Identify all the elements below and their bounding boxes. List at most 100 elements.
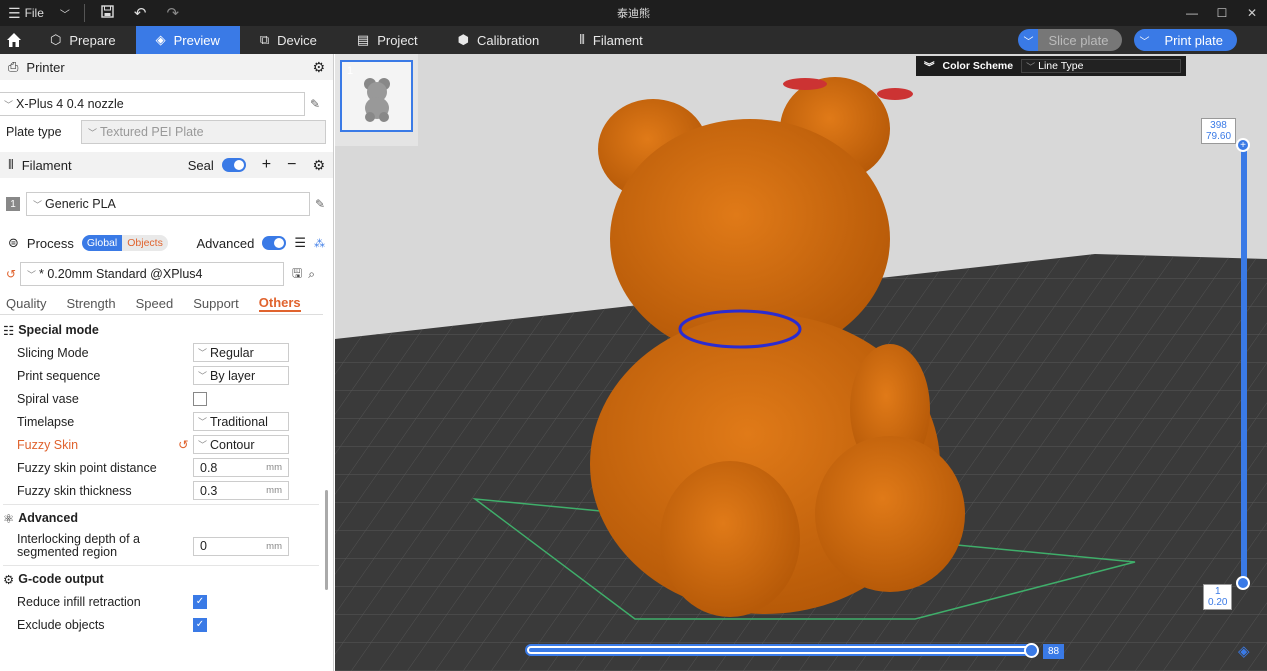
redo-icon[interactable]: ↷ xyxy=(156,4,189,22)
edit-icon[interactable]: ✎ xyxy=(315,197,325,211)
color-scheme-select[interactable]: ﹀ Line Type xyxy=(1021,59,1182,73)
filament-select[interactable]: ﹀ Generic PLA xyxy=(26,192,310,216)
plate-thumbnail[interactable]: 1 xyxy=(340,60,413,132)
tab-device[interactable]: ⧉ Device xyxy=(240,26,337,54)
slicing-mode-row: Slicing Mode ﹀ Regular xyxy=(0,341,333,364)
fuzzy-thickness-input[interactable]: 0.3 mm xyxy=(193,481,289,500)
fuzzy-thickness-label: Fuzzy skin thickness xyxy=(17,483,132,498)
process-icon: ⊜ xyxy=(8,235,19,250)
print-sequence-select[interactable]: ﹀ By layer xyxy=(193,366,289,385)
badge-global[interactable]: Global xyxy=(81,235,123,251)
fuzzy-point-distance-input[interactable]: 0.8 mm xyxy=(193,458,289,477)
filament-icon: ⦀ xyxy=(579,32,585,47)
tab-preview[interactable]: ◈ Preview xyxy=(135,26,240,54)
tab-label: Preview xyxy=(173,32,220,48)
reset-icon[interactable]: ↺ xyxy=(178,437,188,452)
fuzzy-point-distance-value: 0.8 xyxy=(200,460,218,475)
slicing-mode-select[interactable]: ﹀ Regular xyxy=(193,343,289,362)
process-profile-row: ↺ ﹀ * 0.20mm Standard @XPlus4 🖫 ⌕ xyxy=(0,262,333,286)
layer-slider[interactable] xyxy=(1241,146,1247,583)
slice-plate-label: Slice plate xyxy=(1038,29,1123,51)
subtab-speed[interactable]: Speed xyxy=(136,296,174,311)
special-mode-icon: ☷ xyxy=(3,323,15,338)
plus-icon[interactable]: + xyxy=(262,156,271,174)
fuzzy-point-distance-row: Fuzzy skin point distance 0.8 mm xyxy=(0,456,333,479)
window-controls: — ☐ ✕ xyxy=(1177,0,1267,26)
subtab-strength[interactable]: Strength xyxy=(66,296,115,311)
plate-index: 1 xyxy=(347,65,354,77)
close-icon[interactable]: ✕ xyxy=(1237,0,1267,26)
edit-icon[interactable]: ✎ xyxy=(310,97,320,111)
tab-filament[interactable]: ⦀ Filament xyxy=(559,26,663,54)
printer-name: X-Plus 4 0.4 nozzle xyxy=(16,97,124,111)
reduce-infill-retraction-row: Reduce infill retraction ✓ xyxy=(0,590,333,613)
layer-slider-bottom-handle[interactable] xyxy=(1236,576,1250,590)
undo-icon[interactable]: ↶ xyxy=(124,4,157,22)
global-objects-switch[interactable]: Global Objects xyxy=(81,235,168,251)
layer-bottom-label: 1 0.20 xyxy=(1203,584,1233,610)
process-section-header: ⊜ Process Global Objects Advanced ☰ ⁂ xyxy=(0,230,333,256)
advanced-label: Advanced xyxy=(196,235,255,251)
chevron-down-icon[interactable]: ﹀ xyxy=(1018,29,1039,51)
file-menu-label: File xyxy=(24,6,44,20)
badge-objects[interactable]: Objects xyxy=(122,235,168,251)
save-icon[interactable]: 🖫 xyxy=(292,264,302,285)
layer-slider-top-handle[interactable]: + xyxy=(1236,138,1250,152)
fuzzy-skin-select[interactable]: ﹀ Contour xyxy=(193,435,289,454)
chevron-down-icon[interactable]: ﹀ xyxy=(52,6,78,21)
tab-prepare[interactable]: ⬡ Prepare xyxy=(28,26,136,54)
slicing-mode-value: Regular xyxy=(210,345,254,360)
sidebar-scrollbar[interactable] xyxy=(325,490,328,590)
timelapse-select[interactable]: ﹀ Traditional xyxy=(193,412,289,431)
chevron-down-icon[interactable]: ﹀ xyxy=(1134,29,1155,51)
gear-icon[interactable]: ⚙ xyxy=(312,157,325,174)
layer-top-height: 79.60 xyxy=(1206,131,1232,142)
preview-viewport[interactable]: 1 ︾ Color Scheme ﹀ Line Type 398 79.60 + … xyxy=(335,54,1267,671)
settings-sidebar: ⎙ Printer ⚙ ﹀ X-Plus 4 0.4 nozzle ✎ Plat… xyxy=(0,54,334,671)
save-icon[interactable] xyxy=(91,5,124,21)
plate-type-select[interactable]: ﹀ Textured PEI Plate xyxy=(81,120,326,144)
minus-icon[interactable]: − xyxy=(287,156,296,174)
home-icon[interactable] xyxy=(0,26,28,54)
process-profile-select[interactable]: ﹀ * 0.20mm Standard @XPlus4 xyxy=(20,262,284,286)
move-slider[interactable] xyxy=(525,644,1035,656)
plate-type-row: Plate type ﹀ Textured PEI Plate xyxy=(0,120,333,144)
tab-project[interactable]: ▤ Project xyxy=(337,26,438,54)
seal-toggle[interactable] xyxy=(221,158,246,172)
print-plate-button[interactable]: ﹀ Print plate xyxy=(1134,29,1237,51)
interlocking-depth-row: Interlocking depth of a segmented region … xyxy=(0,529,333,563)
tab-label: Project xyxy=(377,32,418,48)
layers-icon[interactable]: ◈ xyxy=(1238,642,1250,660)
move-slider-handle[interactable] xyxy=(1024,643,1039,658)
collapse-icon[interactable]: ︾ xyxy=(924,59,935,74)
gear-icon[interactable]: ⚙ xyxy=(312,59,325,76)
move-slider-value: 88 xyxy=(1043,644,1065,659)
plate-type-label: Plate type xyxy=(6,125,62,139)
exclude-objects-checkbox[interactable]: ✓ xyxy=(193,617,207,632)
spiral-vase-checkbox[interactable] xyxy=(193,391,207,406)
reduce-infill-retraction-checkbox[interactable]: ✓ xyxy=(193,594,207,609)
search-icon[interactable]: ⌕ xyxy=(308,267,315,282)
color-scheme-label: Color Scheme xyxy=(942,60,1014,72)
compare-icon[interactable]: ⁂ xyxy=(314,237,325,250)
reset-icon[interactable]: ↺ xyxy=(6,267,20,281)
advanced-toggle[interactable] xyxy=(262,236,287,250)
minimize-icon[interactable]: — xyxy=(1177,0,1207,26)
slice-plate-button[interactable]: ﹀ Slice plate xyxy=(1018,29,1123,51)
divider xyxy=(3,504,319,505)
subtab-support[interactable]: Support xyxy=(193,296,239,311)
chevron-down-icon: ﹀ xyxy=(33,199,43,210)
interlocking-depth-input[interactable]: 0 mm xyxy=(193,536,289,556)
subtab-quality[interactable]: Quality xyxy=(6,296,46,311)
list-icon[interactable]: ☰ xyxy=(294,235,306,251)
filament-section-header: ⦀ Filament Seal + − ⚙ xyxy=(0,152,333,178)
tab-calibration[interactable]: ⬢ Calibration xyxy=(438,26,560,54)
subtab-others[interactable]: Others xyxy=(258,295,301,312)
special-mode-title: Special mode xyxy=(18,323,99,337)
chevron-down-icon: ﹀ xyxy=(198,371,208,381)
printer-select[interactable]: ﹀ X-Plus 4 0.4 nozzle xyxy=(0,92,305,116)
fuzzy-point-distance-label: Fuzzy skin point distance xyxy=(17,460,157,475)
chevron-down-icon: ﹀ xyxy=(88,127,98,138)
maximize-icon[interactable]: ☐ xyxy=(1207,0,1237,26)
file-menu[interactable]: ☰ File xyxy=(0,0,52,26)
